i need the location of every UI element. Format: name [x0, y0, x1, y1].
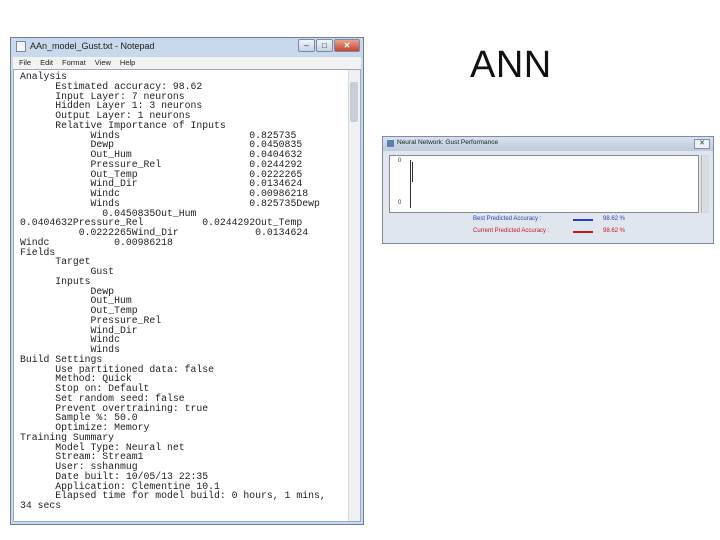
document-text[interactable]: Analysis Estimated accuracy: 98.62 Input…: [20, 72, 326, 511]
notepad-app-icon: [16, 41, 26, 52]
maximize-button[interactable]: □: [316, 39, 333, 52]
close-button[interactable]: ✕: [334, 39, 360, 52]
best-accuracy-value: 98.62 %: [603, 216, 626, 222]
minimize-button[interactable]: ‒: [298, 39, 315, 52]
nn-title-bar[interactable]: Neural Network: Gust Performance ✕: [383, 137, 713, 151]
nn-vertical-scrollbar[interactable]: [701, 155, 709, 213]
notepad-title-bar[interactable]: AAn_model_Gust.txt - Notepad ‒ □ ✕: [11, 38, 363, 56]
best-accuracy-line-swatch: [573, 219, 593, 221]
current-accuracy-label: Current Predicted Accuracy :: [473, 228, 550, 234]
menu-bar: File Edit Format View Help: [13, 57, 361, 69]
notepad-window: AAn_model_Gust.txt - Notepad ‒ □ ✕ File …: [10, 37, 364, 525]
current-accuracy-value: 98.62 %: [603, 228, 626, 234]
vertical-scrollbar[interactable]: [348, 70, 360, 521]
menu-help[interactable]: Help: [120, 57, 135, 69]
menu-file[interactable]: File: [19, 57, 31, 69]
notepad-window-title: AAn_model_Gust.txt - Notepad: [30, 41, 155, 51]
window-controls: ‒ □ ✕: [298, 39, 360, 53]
accuracy-trace: [412, 162, 413, 182]
nn-close-button[interactable]: ✕: [694, 139, 710, 149]
y-tick-top: 0: [398, 158, 402, 164]
menu-view[interactable]: View: [95, 57, 111, 69]
y-tick-bottom: 0: [398, 200, 402, 206]
nn-window-title: Neural Network: Gust Performance: [397, 139, 499, 146]
scrollbar-thumb[interactable]: [350, 82, 358, 122]
plot-y-axis: [410, 160, 411, 208]
nn-app-icon: [387, 140, 394, 147]
text-editor-area[interactable]: Analysis Estimated accuracy: 98.62 Input…: [13, 69, 361, 522]
best-accuracy-label: Best Predicted Accuracy :: [473, 216, 542, 222]
current-accuracy-line-swatch: [573, 231, 593, 233]
nn-performance-window: Neural Network: Gust Performance ✕ 0 0 B…: [382, 136, 714, 244]
menu-edit[interactable]: Edit: [40, 57, 53, 69]
slide-title: ANN: [470, 44, 552, 86]
performance-plot-area: 0 0: [389, 155, 699, 213]
menu-format[interactable]: Format: [62, 57, 86, 69]
